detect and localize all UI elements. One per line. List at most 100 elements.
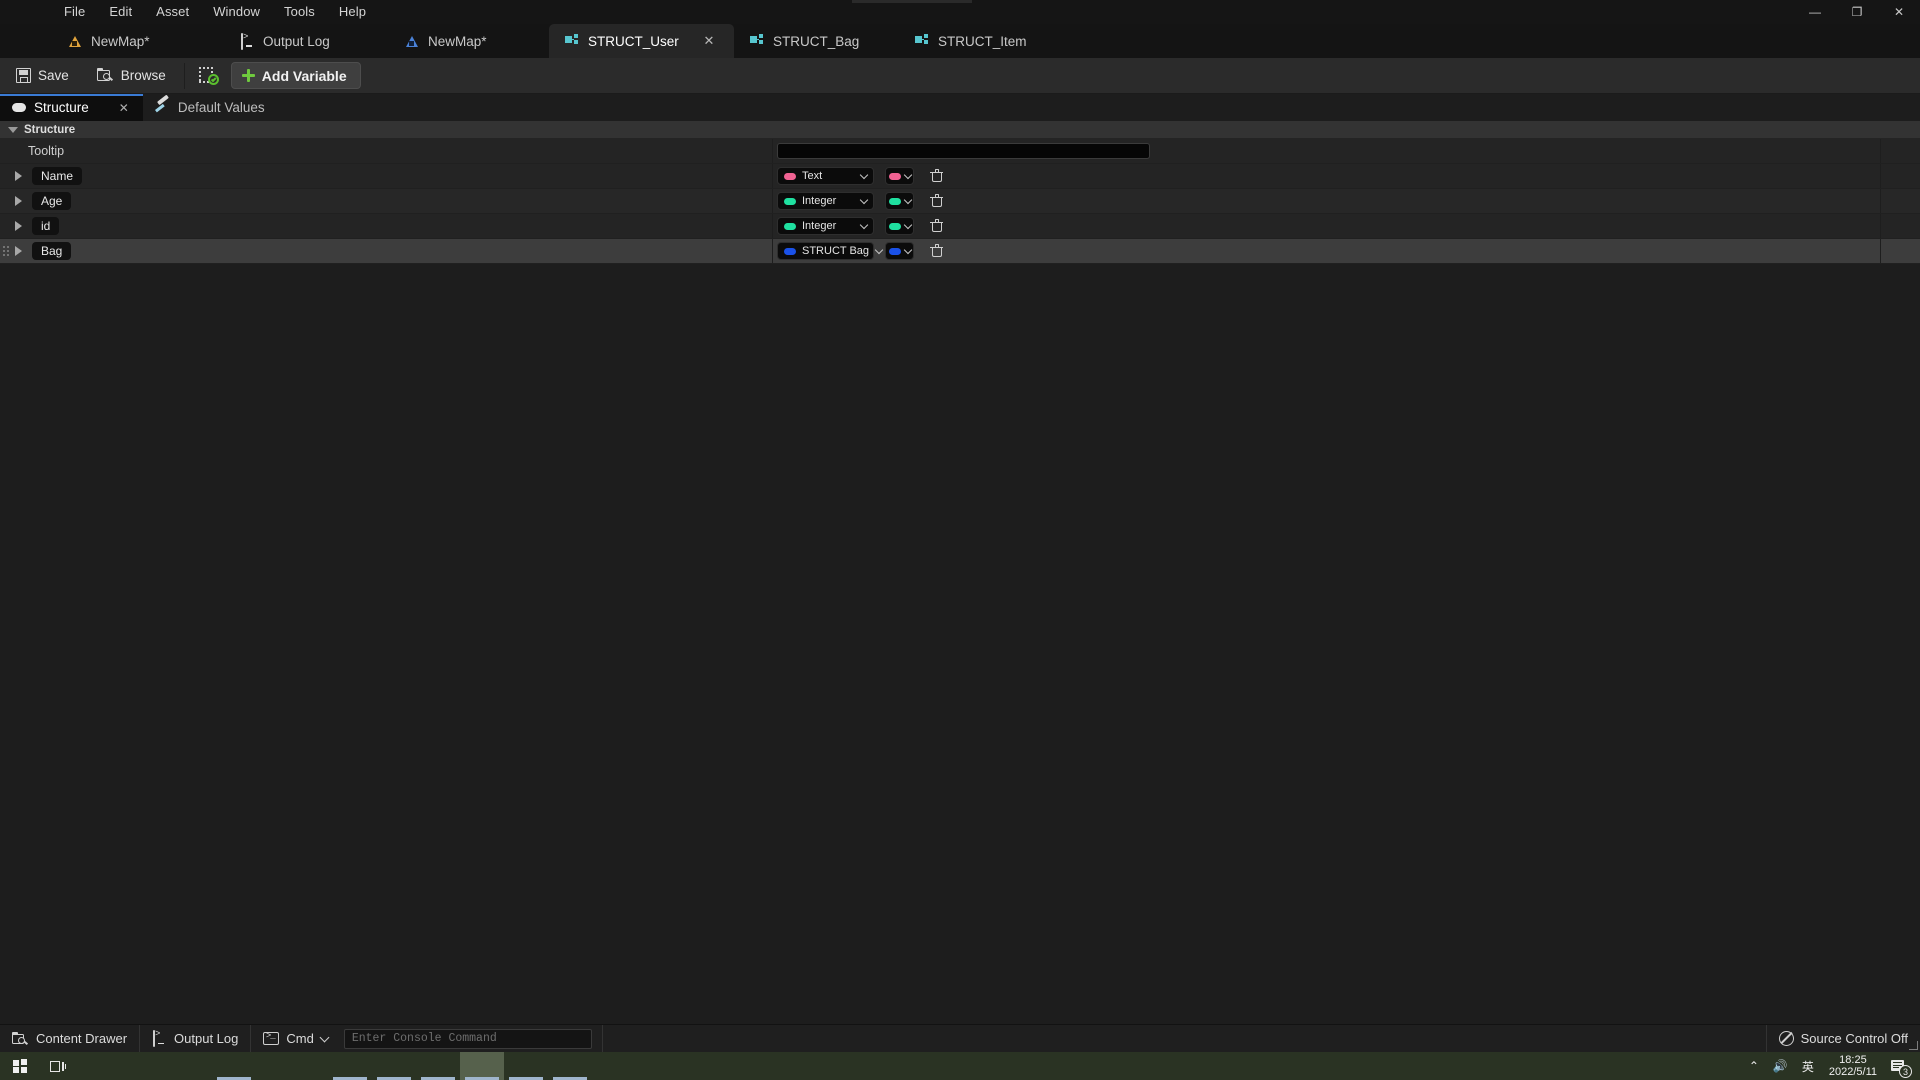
browse-icon <box>96 68 114 83</box>
source-control-button[interactable]: Source Control Off <box>1767 1025 1920 1053</box>
variable-container-dropdown[interactable] <box>885 167 914 185</box>
table-row[interactable]: Bag STRUCT Bag <box>0 239 1920 264</box>
delete-variable-button[interactable] <box>930 194 943 208</box>
cmd-dropdown[interactable]: Cmd <box>251 1025 341 1053</box>
asset-tab-struct-bag[interactable]: STRUCT_Bag <box>734 24 899 58</box>
delete-variable-button[interactable] <box>930 244 943 258</box>
close-button[interactable]: ✕ <box>1878 0 1920 24</box>
menu-item-window[interactable]: Window <box>201 0 272 24</box>
map-orange-icon <box>68 34 83 49</box>
save-button[interactable]: Save <box>4 61 81 91</box>
source-control-off-icon <box>1778 1031 1794 1046</box>
map-blue-icon <box>405 34 420 49</box>
tab-default-values[interactable]: Default Values <box>143 94 279 121</box>
asset-tab-close-icon[interactable]: ✕ <box>702 33 716 49</box>
taskbar-app-button[interactable] <box>416 1052 460 1080</box>
volume-icon[interactable]: 🔊 <box>1766 1052 1795 1080</box>
start-button[interactable] <box>0 1052 40 1080</box>
tab-structure-close-icon[interactable]: ✕ <box>119 101 129 115</box>
taskbar-app-button[interactable] <box>460 1052 504 1080</box>
chevron-right-icon[interactable] <box>15 246 22 256</box>
compile-button[interactable] <box>195 61 223 91</box>
column-divider-right[interactable] <box>1880 239 1881 263</box>
browse-button[interactable]: Browse <box>85 61 178 91</box>
column-divider[interactable] <box>772 189 773 213</box>
drag-handle-icon[interactable] <box>2 244 11 258</box>
system-tray: ⌃ 🔊 英 18:25 2022/5/11 3 <box>1742 1052 1920 1080</box>
variable-container-dropdown[interactable] <box>885 217 914 235</box>
column-divider[interactable] <box>772 139 773 163</box>
source-control-label: Source Control Off <box>1800 1031 1908 1046</box>
taskbar-app-button[interactable] <box>372 1052 416 1080</box>
column-divider-right[interactable] <box>1880 164 1881 188</box>
chevron-down-icon <box>321 1034 330 1043</box>
tooltip-input[interactable] <box>777 143 1150 159</box>
menu-item-help[interactable]: Help <box>327 0 378 24</box>
column-divider[interactable] <box>772 214 773 238</box>
clock[interactable]: 18:25 2022/5/11 <box>1821 1052 1885 1080</box>
maximize-button[interactable]: ❐ <box>1836 0 1878 24</box>
variable-row-left: Bag <box>0 239 772 263</box>
notification-center-button[interactable]: 3 <box>1885 1052 1916 1080</box>
taskbar-app-button[interactable] <box>212 1052 256 1080</box>
column-divider-right[interactable] <box>1880 139 1881 163</box>
window-resize-grip[interactable] <box>1908 1040 1918 1050</box>
column-divider-right[interactable] <box>1880 189 1881 213</box>
toolbar-separator <box>183 62 185 89</box>
table-row[interactable]: id Integer <box>0 214 1920 239</box>
column-divider[interactable] <box>772 239 773 263</box>
table-row[interactable]: Name Text <box>0 164 1920 189</box>
ime-indicator[interactable]: 英 <box>1795 1052 1821 1080</box>
taskbar-app-button[interactable] <box>256 1052 328 1080</box>
variable-name-field[interactable]: Bag <box>32 242 72 260</box>
taskbar-app-button[interactable] <box>548 1052 592 1080</box>
taskbar-app-button[interactable] <box>328 1052 372 1080</box>
taskbar-app-button[interactable] <box>504 1052 548 1080</box>
variable-name-field[interactable]: Age <box>32 192 72 210</box>
structure-category-header[interactable]: Structure <box>0 121 1920 139</box>
variable-container-dropdown[interactable] <box>885 192 914 210</box>
variable-type-dropdown[interactable]: Integer <box>777 192 874 210</box>
column-divider-right[interactable] <box>1880 214 1881 238</box>
delete-variable-button[interactable] <box>930 219 943 233</box>
content-drawer-button[interactable]: Content Drawer <box>0 1025 139 1053</box>
window-controls: — ❐ ✕ <box>1794 0 1920 24</box>
menu-item-asset[interactable]: Asset <box>144 0 201 24</box>
asset-tab-label: STRUCT_Bag <box>773 33 860 49</box>
asset-tab-newmap-blue[interactable]: NewMap* <box>389 24 549 58</box>
variable-name-field[interactable]: id <box>32 217 60 235</box>
console-command-input[interactable]: Enter Console Command <box>343 1028 592 1049</box>
asset-tab-newmap-orange[interactable]: NewMap* <box>52 24 224 58</box>
chevron-right-icon[interactable] <box>15 221 22 231</box>
type-color-pill <box>784 172 796 180</box>
menu-item-edit[interactable]: Edit <box>97 0 144 24</box>
variable-type-dropdown[interactable]: Text <box>777 167 874 185</box>
asset-tab-struct-item[interactable]: STRUCT_Item <box>899 24 1064 58</box>
chevron-down-icon <box>875 247 883 255</box>
show-hidden-icons-button[interactable]: ⌃ <box>1742 1052 1766 1080</box>
chevron-down-icon <box>860 172 868 180</box>
tab-structure[interactable]: Structure ✕ <box>0 94 143 121</box>
output-log-label: Output Log <box>174 1031 239 1046</box>
variable-name-field[interactable]: Name <box>32 167 83 185</box>
chevron-right-icon[interactable] <box>15 196 22 206</box>
variable-type-dropdown[interactable]: STRUCT Bag <box>777 242 874 260</box>
minimize-button[interactable]: — <box>1794 0 1836 24</box>
column-divider[interactable] <box>772 164 773 188</box>
variable-type-label: STRUCT Bag <box>802 245 870 257</box>
asset-tab-struct-user[interactable]: STRUCT_User ✕ <box>549 24 734 58</box>
pencil-icon <box>155 101 170 115</box>
output-log-button[interactable]: Output Log <box>140 1025 250 1053</box>
variable-container-dropdown[interactable] <box>885 242 914 260</box>
menu-item-file[interactable]: File <box>52 0 97 24</box>
delete-variable-button[interactable] <box>930 169 943 183</box>
menu-item-tools[interactable]: Tools <box>272 0 327 24</box>
chevron-right-icon[interactable] <box>15 171 22 181</box>
table-row[interactable]: Age Integer <box>0 189 1920 214</box>
variable-type-dropdown[interactable]: Integer <box>777 217 874 235</box>
variable-row-right: Integer <box>772 214 1920 238</box>
cmd-label: Cmd <box>286 1031 314 1046</box>
add-variable-button[interactable]: Add Variable <box>230 62 361 89</box>
asset-tab-output-log[interactable]: Output Log <box>224 24 389 58</box>
task-view-button[interactable] <box>40 1052 76 1080</box>
